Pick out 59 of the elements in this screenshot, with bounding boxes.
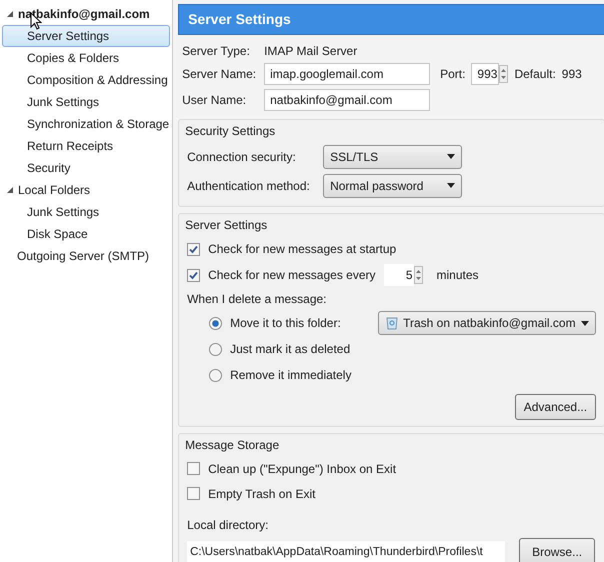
tree-item[interactable]: Local Folders [2, 179, 170, 201]
advanced-button[interactable]: Advanced... [514, 394, 596, 420]
field-label: Port: [440, 66, 466, 83]
field-label: Local directory: [187, 517, 268, 534]
server-name-field[interactable]: imap.googlemail.com [264, 63, 430, 85]
checkbox[interactable] [187, 268, 200, 282]
dropdown-caret-icon [581, 320, 590, 326]
browse-button[interactable]: Browse... [519, 538, 596, 562]
tree-item[interactable]: Synchronization & Storage [2, 113, 170, 135]
port-field[interactable]: 993 [471, 63, 500, 85]
checkbox[interactable] [187, 242, 200, 256]
tree-item[interactable]: Return Receipts [2, 135, 170, 157]
checkbox[interactable] [187, 487, 200, 500]
radio-button[interactable] [209, 368, 222, 382]
tree-item[interactable]: Outgoing Server (SMTP) [2, 245, 170, 267]
directory-field[interactable]: C:\Users\natbak\AppData\Roaming\Thunderbird\Profiles\t [187, 541, 506, 562]
field-label: Authentication method: [187, 178, 311, 194]
tree-item[interactable]: Junk Settings [2, 91, 170, 113]
trash-can-icon [385, 316, 400, 330]
unit-label: minutes [436, 267, 479, 284]
radio-button[interactable] [209, 342, 222, 356]
tree-item[interactable]: Composition & Addressing [2, 69, 170, 91]
tree-item[interactable]: Copies & Folders [2, 47, 170, 69]
collapse-triangle-icon[interactable] [7, 186, 14, 194]
dropdown-caret-icon [447, 154, 456, 159]
radio-label: Remove it immediately [230, 367, 352, 384]
tree-item[interactable]: Junk Settings [2, 201, 170, 223]
server-type-value: IMAP Mail Server [264, 43, 358, 60]
page-header: Server Settings [178, 4, 604, 35]
group-title: Message Storage [185, 437, 280, 454]
tree-item[interactable]: Server Settings [2, 25, 170, 47]
tree-item[interactable]: Security [2, 157, 170, 179]
tree-item[interactable]: Disk Space [2, 223, 170, 245]
field-label: User Name: [182, 92, 248, 109]
field-label: Server Name: [182, 66, 258, 83]
spinner-arrows-icon[interactable] [414, 266, 422, 284]
checkbox-label: Check for new messages at startup [208, 241, 396, 258]
radio-label: Move it to this folder: [230, 315, 342, 332]
dropdown[interactable]: Normal password [323, 174, 462, 198]
dropdown[interactable]: SSL/TLS [323, 144, 462, 168]
default-port-value: 993 [562, 66, 582, 83]
group-title: Security Settings [185, 123, 276, 140]
radio-label: Just mark it as deleted [230, 341, 350, 358]
checkbox[interactable] [187, 462, 200, 475]
folder-dropdown[interactable]: Trash on natbakinfo@gmail.com [378, 311, 596, 335]
dropdown-caret-icon [447, 183, 456, 188]
user-name-field[interactable]: natbakinfo@gmail.com [264, 89, 430, 111]
field-label: When I delete a message: [187, 291, 327, 308]
minutes-field[interactable]: 5 [384, 264, 414, 286]
checkbox-label: Clean up ("Expunge") Inbox on Exit [208, 460, 396, 478]
collapse-triangle-icon[interactable] [7, 10, 14, 18]
group-title: Server Settings [185, 217, 268, 234]
radio-button[interactable] [209, 316, 222, 330]
field-label: Default: [514, 66, 556, 83]
field-label: Server Type: [182, 43, 251, 60]
field-label: Connection security: [187, 148, 297, 166]
spinner-arrows-icon[interactable] [499, 65, 508, 83]
checkbox-label: Check for new messages every [208, 267, 376, 284]
checkbox-label: Empty Trash on Exit [208, 486, 316, 502]
